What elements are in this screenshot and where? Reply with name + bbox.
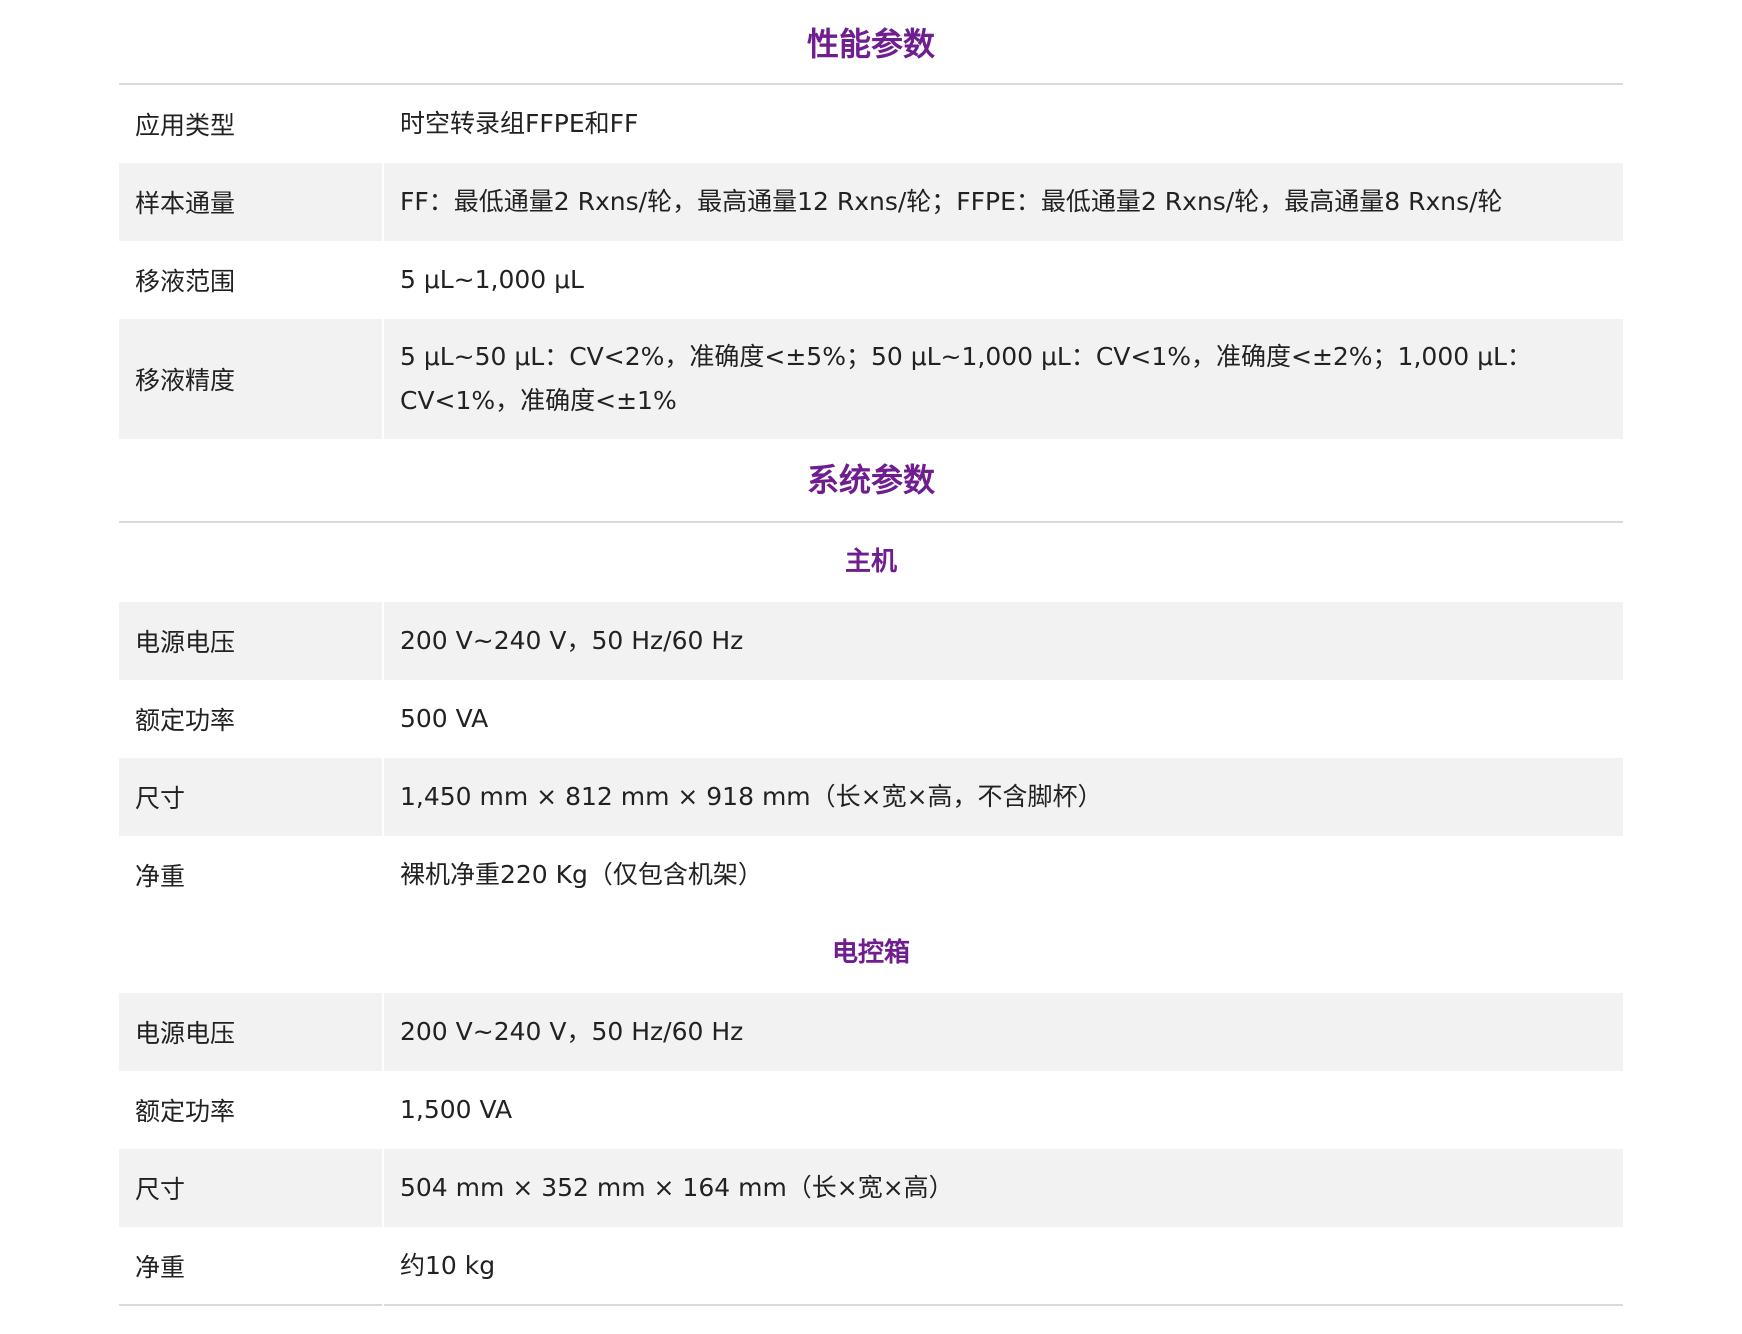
table-row: 尺寸 504 mm × 352 mm × 164 mm（长×宽×高）: [119, 1149, 1623, 1227]
row-value: 1,500 VA: [383, 1071, 1623, 1149]
table-row: 净重 裸机净重220 Kg（仅包含机架）: [119, 836, 1623, 914]
performance-section-title: 性能参数: [119, 0, 1623, 85]
row-label: 电源电压: [119, 993, 384, 1071]
table-row: 应用类型 时空转录组FFPE和FF: [119, 85, 1623, 163]
row-label: 额定功率: [119, 680, 384, 758]
row-label: 尺寸: [119, 758, 384, 836]
control-box-table: 电源电压 200 V~240 V，50 Hz/60 Hz 额定功率 1,500 …: [119, 993, 1623, 1306]
row-label: 电源电压: [119, 602, 384, 680]
spec-page: 性能参数 应用类型 时空转录组FFPE和FF 样本通量 FF：最低通量2 Rxn…: [0, 0, 1742, 1334]
row-label: 移液范围: [119, 241, 384, 319]
row-value: 1,450 mm × 812 mm × 918 mm（长×宽×高，不含脚杯）: [383, 758, 1623, 836]
row-label: 净重: [119, 836, 384, 914]
table-row: 尺寸 1,450 mm × 812 mm × 918 mm（长×宽×高，不含脚杯…: [119, 758, 1623, 836]
row-value: 200 V~240 V，50 Hz/60 Hz: [383, 993, 1623, 1071]
row-value: 时空转录组FFPE和FF: [383, 85, 1623, 163]
table-row: 移液精度 5 μL~50 μL：CV<2%，准确度<±5%；50 μL~1,00…: [119, 319, 1623, 439]
row-value: 裸机净重220 Kg（仅包含机架）: [383, 836, 1623, 914]
row-label: 样本通量: [119, 163, 384, 241]
table-row: 电源电压 200 V~240 V，50 Hz/60 Hz: [119, 602, 1623, 680]
performance-table: 应用类型 时空转录组FFPE和FF 样本通量 FF：最低通量2 Rxns/轮，最…: [119, 85, 1623, 439]
system-section-title: 系统参数: [119, 439, 1623, 523]
host-subsection-title: 主机: [844, 547, 897, 577]
table-row: 样本通量 FF：最低通量2 Rxns/轮，最高通量12 Rxns/轮；FFPE：…: [119, 163, 1623, 241]
host-table: 电源电压 200 V~240 V，50 Hz/60 Hz 额定功率 500 VA…: [119, 602, 1623, 914]
table-row: 移液范围 5 μL~1,000 μL: [119, 241, 1623, 319]
table-row: 净重 约10 kg: [119, 1227, 1623, 1305]
table-row: 电源电压 200 V~240 V，50 Hz/60 Hz: [119, 993, 1623, 1071]
row-value: 5 μL~50 μL：CV<2%，准确度<±5%；50 μL~1,000 μL：…: [383, 319, 1623, 439]
table-row: 额定功率 500 VA: [119, 680, 1623, 758]
row-label: 尺寸: [119, 1149, 384, 1227]
row-label: 应用类型: [119, 85, 384, 163]
specs-container: 性能参数 应用类型 时空转录组FFPE和FF 样本通量 FF：最低通量2 Rxn…: [119, 0, 1623, 1306]
control-box-subsection-title: 电控箱: [831, 938, 910, 968]
row-value: 500 VA: [383, 680, 1623, 758]
row-label: 移液精度: [119, 319, 384, 439]
row-value: 5 μL~1,000 μL: [383, 241, 1623, 319]
row-value: 约10 kg: [383, 1227, 1623, 1305]
row-value: FF：最低通量2 Rxns/轮，最高通量12 Rxns/轮；FFPE：最低通量2…: [383, 163, 1623, 241]
table-row: 额定功率 1,500 VA: [119, 1071, 1623, 1149]
row-value: 504 mm × 352 mm × 164 mm（长×宽×高）: [383, 1149, 1623, 1227]
row-label: 额定功率: [119, 1071, 384, 1149]
row-label: 净重: [119, 1227, 384, 1305]
row-value: 200 V~240 V，50 Hz/60 Hz: [383, 602, 1623, 680]
